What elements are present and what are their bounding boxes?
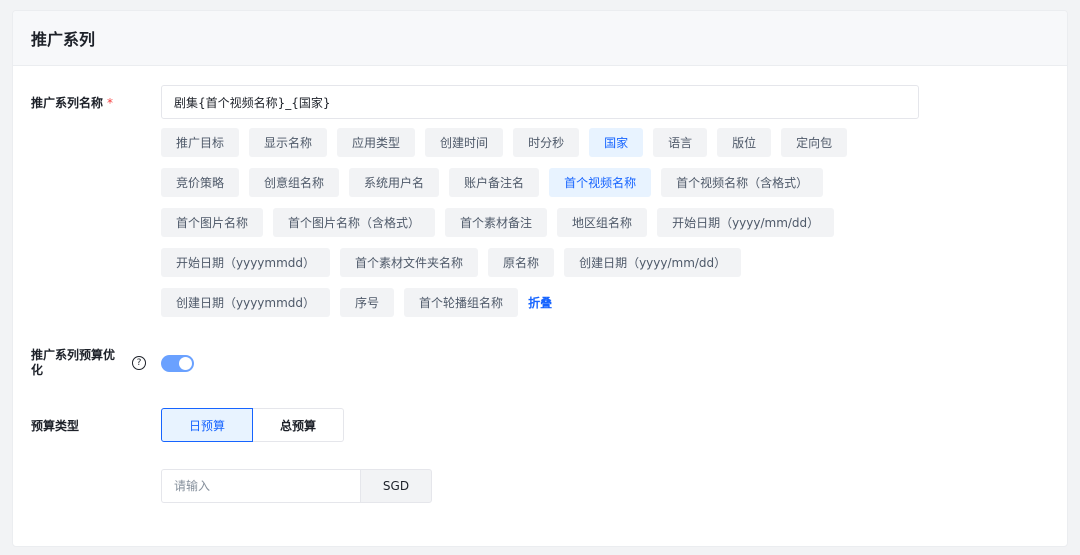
total-budget-option[interactable]: 总预算	[253, 408, 344, 442]
series-name-label-text: 推广系列名称	[31, 96, 104, 110]
tag-create-time[interactable]: 创建时间	[425, 128, 504, 157]
series-name-input[interactable]	[161, 85, 919, 119]
required-mark: *	[107, 96, 114, 110]
tag-first-image-name-with-ext[interactable]: 首个图片名称（含格式）	[273, 208, 436, 237]
budget-optimization-label: 推广系列预算优 化	[31, 348, 115, 378]
tag-row: 推广目标 显示名称 应用类型 创建时间 时分秒 国家 语言 版位 定向包	[161, 128, 921, 157]
daily-budget-option[interactable]: 日预算	[161, 408, 253, 442]
toggle-knob	[179, 357, 192, 370]
tag-row: 首个图片名称 首个图片名称（含格式） 首个素材备注 地区组名称 开始日期（yyy…	[161, 208, 921, 237]
tag-hms[interactable]: 时分秒	[513, 128, 580, 157]
budget-optimization-toggle[interactable]	[161, 355, 194, 372]
tag-sequence[interactable]: 序号	[340, 288, 395, 317]
tag-row: 开始日期（yyyymmdd） 首个素材文件夹名称 原名称 创建日期（yyyy/m…	[161, 248, 921, 277]
tag-promotion-goal[interactable]: 推广目标	[161, 128, 240, 157]
tag-audience-package[interactable]: 定向包	[781, 128, 848, 157]
question-circle-icon[interactable]: ?	[132, 356, 146, 370]
budget-amount-group: SGD	[161, 469, 432, 503]
tag-row: 竞价策略 创意组名称 系统用户名 账户备注名 首个视频名称 首个视频名称（含格式…	[161, 168, 921, 197]
budget-optimization-label-line2: 化	[31, 363, 44, 377]
tag-first-video-name[interactable]: 首个视频名称	[549, 168, 652, 197]
card-header: 推广系列	[13, 11, 1067, 66]
budget-optimization-label-line1: 推广系列预算优	[31, 348, 116, 362]
tag-first-image-name[interactable]: 首个图片名称	[161, 208, 264, 237]
budget-type-selector: 日预算 总预算	[161, 408, 344, 442]
budget-type-label: 预算类型	[31, 419, 80, 433]
tag-row: 创建日期（yyyymmdd） 序号 首个轮播组名称 折叠	[161, 288, 921, 317]
budget-amount-input[interactable]	[161, 469, 360, 503]
tag-first-carousel-name[interactable]: 首个轮播组名称	[404, 288, 519, 317]
fold-link[interactable]: 折叠	[528, 294, 552, 311]
tag-region-group-name[interactable]: 地区组名称	[557, 208, 648, 237]
tag-first-material-folder[interactable]: 首个素材文件夹名称	[340, 248, 479, 277]
currency-addon: SGD	[360, 469, 432, 503]
tag-bid-strategy[interactable]: 竞价策略	[161, 168, 240, 197]
tag-placement[interactable]: 版位	[717, 128, 772, 157]
tag-system-username[interactable]: 系统用户名	[349, 168, 440, 197]
tag-first-video-name-with-ext[interactable]: 首个视频名称（含格式）	[661, 168, 824, 197]
tag-country[interactable]: 国家	[589, 128, 644, 157]
tag-app-type[interactable]: 应用类型	[337, 128, 416, 157]
page-title: 推广系列	[31, 30, 96, 49]
tag-start-date-compact[interactable]: 开始日期（yyyymmdd）	[161, 248, 331, 277]
tag-creative-group-name[interactable]: 创意组名称	[249, 168, 340, 197]
tag-create-date-slash[interactable]: 创建日期（yyyy/mm/dd）	[564, 248, 742, 277]
tag-account-remark[interactable]: 账户备注名	[449, 168, 540, 197]
tag-original-name[interactable]: 原名称	[488, 248, 555, 277]
tag-language[interactable]: 语言	[653, 128, 708, 157]
tag-display-name[interactable]: 显示名称	[249, 128, 328, 157]
macro-tag-list: 推广目标 显示名称 应用类型 创建时间 时分秒 国家 语言 版位 定向包 竞价策…	[161, 128, 921, 328]
campaign-series-card: 推广系列 推广系列名称* 推广目标 显示名称 应用类型 创建时间 时分秒 国家 …	[12, 10, 1068, 547]
tag-first-material-remark[interactable]: 首个素材备注	[445, 208, 548, 237]
tag-start-date-slash[interactable]: 开始日期（yyyy/mm/dd）	[657, 208, 835, 237]
tag-create-date-compact[interactable]: 创建日期（yyyymmdd）	[161, 288, 331, 317]
series-name-label: 推广系列名称 *	[31, 94, 113, 111]
